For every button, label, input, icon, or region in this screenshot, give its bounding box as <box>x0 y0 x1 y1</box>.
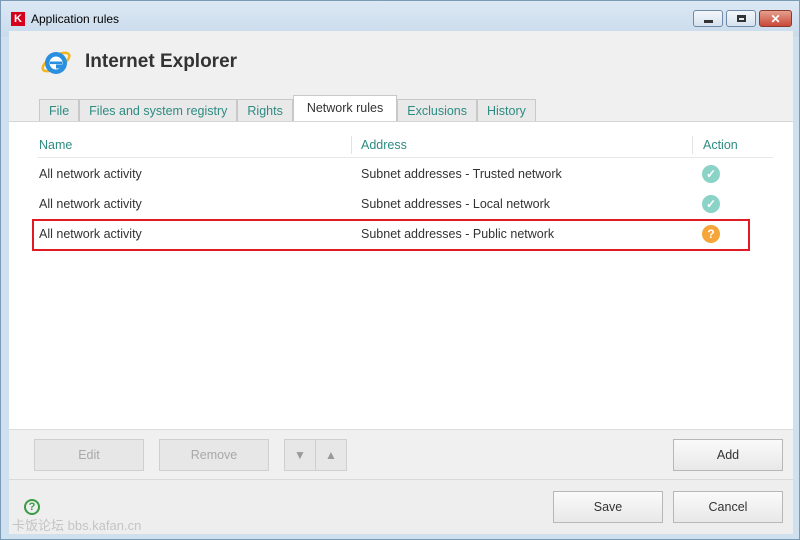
column-header-address[interactable]: Address <box>361 138 407 152</box>
rule-name-cell: All network activity <box>39 167 142 181</box>
header-divider <box>37 157 773 158</box>
save-button[interactable]: Save <box>553 491 663 523</box>
maximize-icon <box>736 15 746 22</box>
rule-name-cell: All network activity <box>39 197 142 211</box>
help-icon[interactable]: ? <box>24 499 40 515</box>
move-up-button[interactable]: ▲ <box>315 439 347 471</box>
network-rules-table: Name Address Action All network activity… <box>9 121 793 430</box>
rules-toolbar: Edit Remove ▼ ▲ Add <box>9 429 793 480</box>
column-header-action[interactable]: Action <box>703 138 738 152</box>
check-icon[interactable]: ✓ <box>702 165 720 183</box>
close-icon: ✕ <box>770 11 781 26</box>
tab-history[interactable]: History <box>477 99 536 121</box>
maximize-button[interactable] <box>726 10 756 27</box>
tab-file[interactable]: File <box>39 99 80 121</box>
chevron-up-icon: ▲ <box>325 448 337 462</box>
check-icon[interactable]: ✓ <box>702 195 720 213</box>
tab-files-and-system-registry[interactable]: Files and system registry <box>79 99 238 121</box>
application-name: Internet Explorer <box>85 51 238 72</box>
tab-exclusions[interactable]: Exclusions <box>397 99 477 121</box>
column-header-name[interactable]: Name <box>39 138 72 152</box>
close-button[interactable]: ✕ <box>759 10 792 27</box>
watermark-text: 卡饭论坛 bbs.kafan.cn <box>12 518 142 533</box>
cancel-button[interactable]: Cancel <box>673 491 783 523</box>
remove-button[interactable]: Remove <box>159 439 269 471</box>
internet-explorer-icon <box>41 51 71 74</box>
dialog-footer: ? Save Cancel 卡饭论坛 bbs.kafan.cn <box>9 479 793 534</box>
move-down-button[interactable]: ▼ <box>284 439 316 471</box>
minimize-icon <box>703 19 713 23</box>
highlight-box <box>32 219 750 251</box>
column-divider <box>692 136 693 154</box>
app-header: Internet Explorer File Files and system … <box>9 31 793 121</box>
add-button[interactable]: Add <box>673 439 783 471</box>
rule-address-cell: Subnet addresses - Trusted network <box>361 167 562 181</box>
tab-rights[interactable]: Rights <box>237 99 293 121</box>
chevron-down-icon: ▼ <box>294 448 306 462</box>
kaspersky-logo-icon: K <box>11 12 25 26</box>
rule-address-cell: Subnet addresses - Local network <box>361 197 550 211</box>
table-row[interactable]: All network activity Subnet addresses - … <box>9 159 793 189</box>
column-divider <box>351 136 352 154</box>
tab-bar: File Files and system registry Rights Ne… <box>39 95 536 121</box>
window-title: Application rules <box>31 12 120 26</box>
edit-button[interactable]: Edit <box>34 439 144 471</box>
dialog-body: Internet Explorer File Files and system … <box>9 31 793 534</box>
application-rules-window: K Application rules ✕ Internet Explorer … <box>0 0 800 540</box>
table-row[interactable]: All network activity Subnet addresses - … <box>9 189 793 219</box>
tab-network-rules[interactable]: Network rules <box>292 95 398 121</box>
minimize-button[interactable] <box>693 10 723 27</box>
